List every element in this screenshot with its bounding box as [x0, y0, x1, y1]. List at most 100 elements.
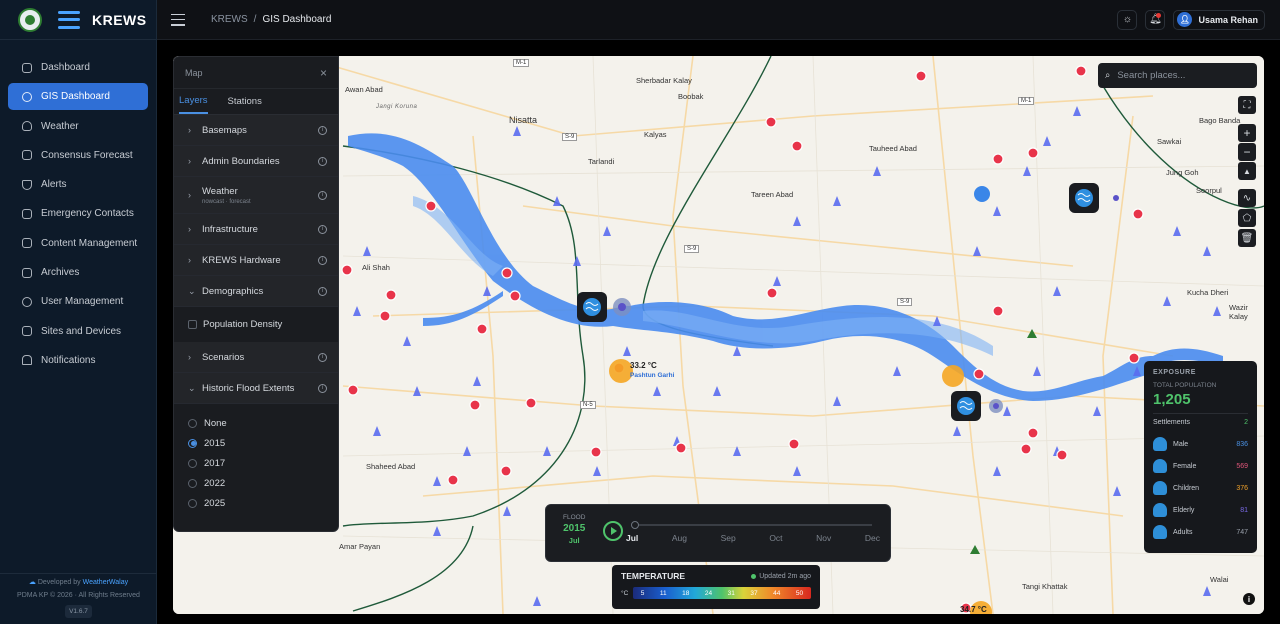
- info-icon[interactable]: i: [318, 125, 327, 135]
- radio-selected[interactable]: [188, 438, 197, 448]
- layer-group-infrastructure[interactable]: › Infrastructure i: [174, 214, 338, 245]
- month-label[interactable]: Oct: [769, 533, 782, 543]
- chevron-right-icon: ›: [188, 190, 191, 200]
- sidebar-item-sites-and-devices[interactable]: Sites and Devices: [8, 318, 148, 345]
- layer-group-basemaps[interactable]: › Basemaps i: [174, 115, 338, 146]
- population-density-toggle[interactable]: Population Density: [188, 307, 327, 342]
- zoom-in-button[interactable]: +: [1238, 124, 1256, 142]
- timeline-months: Jul Aug Sep Oct Nov Dec: [626, 533, 886, 543]
- month-label[interactable]: Nov: [816, 533, 831, 543]
- scale-stop: 5: [640, 589, 645, 597]
- info-icon[interactable]: i: [318, 255, 327, 265]
- draw-line-button[interactable]: ∿: [1238, 189, 1256, 207]
- sidebar-item-user-management[interactable]: User Management: [8, 288, 148, 315]
- breadcrumb-root[interactable]: KREWS: [211, 14, 248, 25]
- flood-year-option[interactable]: 2025: [174, 493, 338, 513]
- place-label: Soorpul: [1196, 186, 1222, 195]
- layer-group-scenarios[interactable]: › Scenarios i: [174, 342, 338, 373]
- scale-stop: 31: [727, 589, 735, 597]
- sidebar-item-gis-dashboard[interactable]: GIS Dashboard: [8, 83, 148, 111]
- tab-stations[interactable]: Stations: [228, 90, 262, 113]
- play-icon[interactable]: [603, 521, 623, 541]
- brand-name: KREWS: [92, 11, 147, 28]
- month-label[interactable]: Jul: [626, 533, 638, 543]
- radio[interactable]: [188, 418, 197, 428]
- delete-drawing-button[interactable]: 🗑︎: [1238, 229, 1256, 247]
- info-icon[interactable]: i: [318, 352, 327, 362]
- radio[interactable]: [188, 478, 197, 488]
- layer-group-weather[interactable]: › Weather nowcast · forecast i: [174, 177, 338, 214]
- place-label: Walai: [1210, 575, 1229, 584]
- color-ramp: 5 11 18 24 31 37 44 50: [633, 587, 811, 599]
- search-input[interactable]: Search places...: [1117, 70, 1185, 81]
- sun-icon: ☼: [1122, 14, 1133, 25]
- sidebar-item-emergency-contacts[interactable]: Emergency Contacts: [8, 200, 148, 227]
- layer-group-krews-hardware[interactable]: › KREWS Hardware i: [174, 245, 338, 276]
- exposure-row-adults: Adults 747: [1153, 521, 1248, 543]
- male-icon: [1153, 437, 1167, 451]
- radio[interactable]: [188, 458, 197, 468]
- sidebar-item-label: GIS Dashboard: [41, 91, 110, 103]
- user-menu-button[interactable]: 👤︎ Usama Rehan: [1173, 9, 1265, 30]
- sidebar-item-content-management[interactable]: Content Management: [8, 230, 148, 257]
- month-label[interactable]: Dec: [865, 533, 880, 543]
- scale-stop: 50: [795, 589, 804, 597]
- document-icon: [22, 150, 32, 161]
- shield-icon: [22, 179, 32, 190]
- menu-toggle-button[interactable]: [171, 13, 185, 26]
- tab-layers[interactable]: Layers: [179, 89, 208, 114]
- layer-group-historic-flood-extents[interactable]: ⌄ Historic Flood Extents i: [174, 373, 338, 404]
- temperature-reading[interactable]: 33.2 °C: [630, 361, 657, 370]
- layer-group-admin-boundaries[interactable]: › Admin Boundaries i: [174, 146, 338, 177]
- sidebar-item-alerts[interactable]: Alerts: [8, 171, 148, 198]
- flood-year-option[interactable]: 2015: [174, 433, 338, 453]
- flood-year-option[interactable]: 2022: [174, 473, 338, 493]
- info-icon[interactable]: i: [318, 383, 327, 393]
- theme-toggle-button[interactable]: ☼: [1117, 9, 1138, 30]
- brand[interactable]: KREWS: [0, 0, 156, 40]
- sidebar-item-weather[interactable]: Weather: [8, 113, 148, 140]
- info-icon[interactable]: i: [318, 224, 327, 234]
- info-icon[interactable]: i: [318, 156, 327, 166]
- flood-year: 2015: [563, 523, 586, 534]
- info-icon[interactable]: i: [318, 190, 327, 200]
- sidebar-item-archives[interactable]: Archives: [8, 259, 148, 286]
- fullscreen-button[interactable]: ⛶: [1238, 96, 1256, 114]
- exposure-title: EXPOSURE: [1153, 369, 1196, 376]
- sidebar-item-dashboard[interactable]: Dashboard: [8, 54, 148, 81]
- notifications-button[interactable]: 🔔︎: [1145, 9, 1166, 30]
- month-label[interactable]: Sep: [721, 533, 736, 543]
- month-label[interactable]: Aug: [672, 533, 687, 543]
- phone-icon: [22, 208, 32, 219]
- info-icon[interactable]: i: [1243, 593, 1255, 605]
- layer-group-demographics[interactable]: ⌄ Demographics i: [174, 276, 338, 307]
- timeline-slider[interactable]: [634, 524, 872, 526]
- place-search[interactable]: ⌕ Search places...: [1098, 63, 1257, 88]
- exposure-panel: EXPOSURE TOTAL POPULATION 1,205 Settleme…: [1144, 361, 1257, 553]
- flood-year-option[interactable]: 2017: [174, 453, 338, 473]
- settlements-value: 2: [1244, 419, 1248, 426]
- road-shield: N-5: [580, 401, 596, 409]
- checkbox[interactable]: [188, 320, 197, 329]
- exposure-label: Female: [1173, 462, 1197, 470]
- flood-year-option[interactable]: None: [174, 413, 338, 433]
- scale-stop: 11: [659, 589, 667, 597]
- sidebar-item-consensus-forecast[interactable]: Consensus Forecast: [8, 142, 148, 169]
- exposure-value: 81: [1240, 506, 1248, 514]
- info-icon[interactable]: i: [318, 286, 327, 296]
- sidebar-item-notifications[interactable]: Notifications: [8, 347, 148, 374]
- compass-button[interactable]: ▲: [1238, 162, 1256, 180]
- developer-link[interactable]: WeatherWalay: [83, 579, 129, 586]
- temperature-reading[interactable]: 34.7 °C: [960, 605, 987, 614]
- draw-polygon-button[interactable]: ⬠: [1238, 209, 1256, 227]
- top-actions: ☼ 🔔︎ 👤︎ Usama Rehan: [1117, 9, 1265, 30]
- elderly-icon: [1153, 503, 1167, 517]
- zoom-out-button[interactable]: −: [1238, 143, 1256, 161]
- exposure-row-female: Female 569: [1153, 455, 1248, 477]
- road-shield: S-9: [562, 133, 578, 141]
- place-label: Tarlandi: [588, 157, 615, 166]
- temperature-title: TEMPERATURE: [621, 571, 686, 581]
- radio[interactable]: [188, 498, 197, 508]
- close-icon[interactable]: ×: [320, 66, 327, 80]
- timeline-handle[interactable]: [631, 521, 639, 529]
